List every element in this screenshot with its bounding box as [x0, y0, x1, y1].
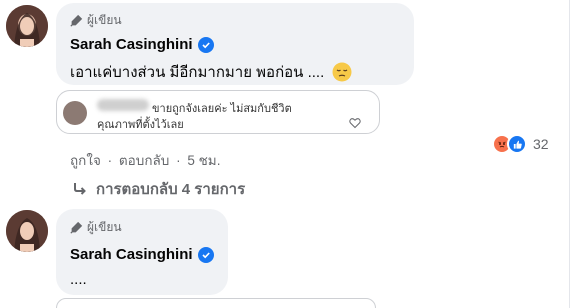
- like-link[interactable]: ถูกใจ: [70, 153, 101, 168]
- verified-badge-icon: [197, 246, 214, 263]
- author-badge-label: ผู้เขียน: [87, 13, 122, 27]
- quoted-comment[interactable]: ขายถูกจังเลยค่ะ ไม่สมกับชีวิต คุณภาพที่ต…: [56, 90, 380, 134]
- comment-bubble: ผู้เขียน Sarah Casinghini ....: [56, 209, 228, 295]
- comment-text-body: ....: [70, 271, 87, 288]
- view-replies-label[interactable]: การตอบกลับ 4 รายการ: [96, 177, 245, 201]
- avatar[interactable]: [6, 210, 48, 252]
- reply-arrow-icon: [74, 183, 86, 195]
- like-reaction-icon: [507, 134, 527, 154]
- commenter-name-text[interactable]: Sarah Casinghini: [70, 36, 193, 53]
- heart-icon[interactable]: [349, 117, 361, 129]
- microphone-icon: [70, 221, 83, 234]
- author-badge-label: ผู้เขียน: [87, 220, 122, 234]
- quoted-text-line2: คุณภาพที่ตั้งไว้เลย: [97, 119, 184, 131]
- commenter-name[interactable]: Sarah Casinghini: [70, 36, 214, 53]
- reactions-summary[interactable]: 32: [492, 134, 549, 154]
- comment-text-body: เอาแค่บางส่วน มีอีกมากมาย พอก่อน ....: [70, 64, 325, 81]
- blurred-name: [97, 99, 149, 111]
- author-badge: ผู้เขียน: [70, 11, 122, 30]
- reply-link[interactable]: ตอบกลับ: [119, 153, 169, 168]
- comment-text: ....: [70, 271, 87, 288]
- quoted-avatar: [63, 101, 87, 125]
- pensive-face-icon: [332, 62, 352, 82]
- comment-actions: ถูกใจ · ตอบกลับ · 5 ชม.: [70, 149, 220, 171]
- commenter-name-text[interactable]: Sarah Casinghini: [70, 246, 193, 263]
- verified-badge-icon: [197, 36, 214, 53]
- view-replies-button[interactable]: การตอบกลับ 4 รายการ: [72, 177, 245, 201]
- comment-text: เอาแค่บางส่วน มีอีกมากมาย พอก่อน ....: [70, 60, 352, 84]
- microphone-icon: [70, 14, 83, 27]
- timestamp[interactable]: 5 ชม.: [187, 153, 220, 168]
- separator: ·: [107, 153, 113, 168]
- avatar[interactable]: [6, 5, 48, 47]
- quoted-comment[interactable]: [56, 298, 376, 308]
- author-badge: ผู้เขียน: [70, 218, 122, 237]
- separator: ·: [176, 153, 181, 168]
- commenter-name[interactable]: Sarah Casinghini: [70, 246, 214, 263]
- reaction-count: 32: [533, 136, 549, 152]
- comment-bubble: ผู้เขียน Sarah Casinghini เอาแค่บางส่วน …: [56, 3, 414, 85]
